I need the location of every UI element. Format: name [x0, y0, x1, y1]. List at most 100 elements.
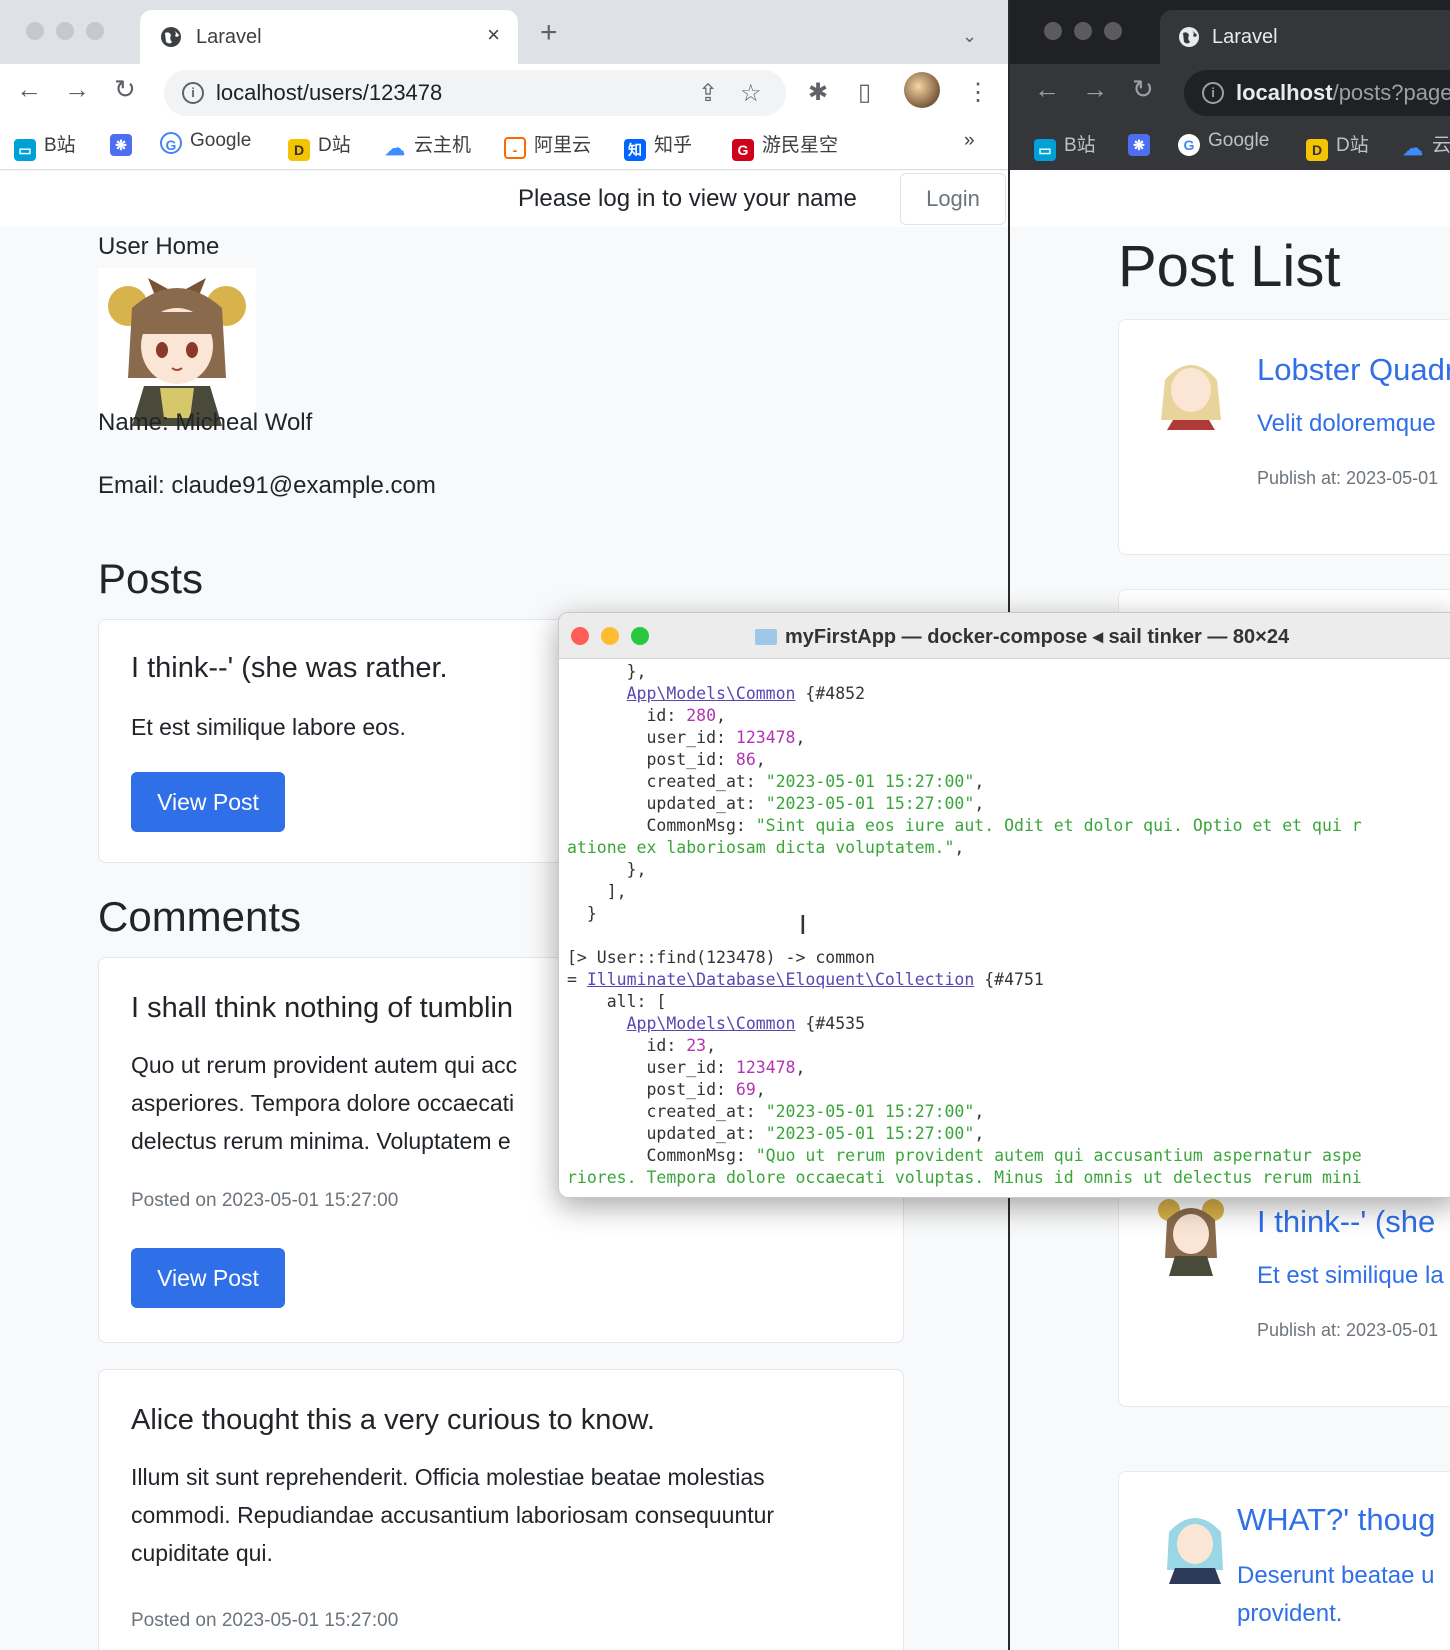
- view-post-button[interactable]: View Post: [131, 1248, 285, 1308]
- side-panel-icon[interactable]: ▯: [858, 78, 871, 107]
- zhihu-icon: 知: [624, 139, 646, 161]
- comment-title: I shall think nothing of tumblin: [131, 992, 514, 1024]
- d-site-icon: D: [288, 139, 310, 161]
- bookmark-bilibili[interactable]: ▭ B站: [14, 130, 76, 161]
- bookmark-d-site[interactable]: D D站: [288, 130, 351, 161]
- terminal-line: CommonMsg: "Quo ut rerum provident autem…: [567, 1145, 1450, 1167]
- number-value: 123478: [735, 728, 796, 747]
- class-name: App\Models\Common: [626, 1014, 796, 1033]
- zoom-window-button[interactable]: [1104, 22, 1122, 40]
- code-text: ,: [755, 750, 766, 769]
- tab-title: Laravel: [1212, 26, 1278, 48]
- terminal-line: updated_at: "2023-05-01 15:27:00",: [567, 1123, 1450, 1145]
- browser-tab[interactable]: Laravel: [1160, 10, 1450, 64]
- anime-avatar-image: [98, 268, 256, 426]
- bookmark-google[interactable]: G Google: [160, 130, 251, 154]
- close-tab-icon[interactable]: ×: [487, 22, 500, 48]
- address-bar[interactable]: i localhost/users/123478 ⇪ ☆: [164, 70, 786, 116]
- terminal-line: updated_at: "2023-05-01 15:27:00",: [567, 793, 1450, 815]
- post-excerpt: Velit doloremque: [1257, 410, 1436, 437]
- post-date: Publish at: 2023-05-01: [1257, 1320, 1439, 1340]
- site-info-icon[interactable]: i: [1202, 82, 1224, 104]
- code-text: ,: [974, 1102, 985, 1121]
- post-excerpt-line: provident.: [1237, 1600, 1343, 1627]
- cloud-icon: ☁: [1403, 138, 1423, 160]
- string-value: "Quo ut rerum provident autem qui accusa…: [755, 1146, 1362, 1165]
- address-bar[interactable]: i localhost/posts?page: [1184, 70, 1450, 116]
- post-author-avatar: [1167, 1518, 1223, 1584]
- zoom-window-button[interactable]: [86, 22, 104, 40]
- forward-button[interactable]: →: [64, 76, 90, 102]
- browser-tab[interactable]: Laravel ×: [140, 10, 518, 64]
- terminal-titlebar[interactable]: myFirstApp — docker-compose ◂ sail tinke…: [559, 613, 1450, 659]
- view-post-button[interactable]: View Post: [131, 772, 285, 832]
- bookmark-baidu[interactable]: ❋: [110, 130, 140, 156]
- code-text: ,: [755, 1080, 766, 1099]
- bookmark-baidu[interactable]: ❋: [1128, 130, 1158, 156]
- bookmark-cloud-host[interactable]: ☁ 云: [1402, 130, 1450, 160]
- extensions-puzzle-icon[interactable]: ✱: [808, 78, 828, 107]
- back-button[interactable]: ←: [1034, 76, 1060, 102]
- string-value: "2023-05-01 15:27:00": [765, 794, 975, 813]
- share-icon[interactable]: ⇪: [698, 79, 718, 108]
- user-avatar: [98, 268, 256, 426]
- code-text: user_id:: [567, 1058, 736, 1077]
- code-text: ],: [567, 882, 627, 901]
- post-title-link[interactable]: Lobster Quadr: [1257, 352, 1450, 388]
- bookmarks-overflow-chevron[interactable]: »: [964, 130, 975, 152]
- bookmark-gamersky[interactable]: G 游民星空: [732, 130, 838, 161]
- bookmarks-bar: ▭ B站 ❋ G Google D D站 ☁ 云: [1010, 120, 1450, 170]
- minimize-window-button[interactable]: [56, 22, 74, 40]
- comment-body-line: Illum sit sunt reprehenderit. Officia mo…: [131, 1464, 765, 1490]
- reload-button[interactable]: ↻: [1132, 76, 1154, 102]
- terminal-window[interactable]: myFirstApp — docker-compose ◂ sail tinke…: [558, 612, 1450, 1198]
- bookmark-google[interactable]: G Google: [1178, 130, 1269, 156]
- terminal-line: user_id: 123478,: [567, 1057, 1450, 1079]
- bookmark-zhihu[interactable]: 知知乎: [624, 130, 692, 161]
- back-button[interactable]: ←: [16, 76, 42, 102]
- post-title-link[interactable]: I think--' (she: [1257, 1204, 1435, 1240]
- comment-title: Alice thought this a very curious to kno…: [131, 1404, 655, 1436]
- bookmark-d-site[interactable]: D D站: [1306, 130, 1369, 161]
- code-text: created_at:: [567, 1102, 766, 1121]
- bilibili-icon: ▭: [14, 139, 36, 161]
- forward-button[interactable]: →: [1082, 76, 1108, 102]
- number-value: 23: [686, 1036, 707, 1055]
- comment-body-line: commodi. Repudiandae accusantium laborio…: [131, 1502, 775, 1528]
- terminal-close-button[interactable]: [571, 627, 589, 645]
- code-text: updated_at:: [567, 1124, 766, 1143]
- post-author-avatar: [1158, 1199, 1224, 1276]
- string-value: "Sint quia eos iure aut. Odit et dolor q…: [755, 816, 1362, 835]
- code-text: ,: [974, 772, 985, 791]
- bookmark-bilibili[interactable]: ▭ B站: [1034, 130, 1096, 161]
- login-button[interactable]: Login: [900, 173, 1006, 225]
- terminal-output[interactable]: }, App\Models\Common {#4852 id: 280, use…: [567, 661, 1450, 1189]
- post-title-link[interactable]: WHAT?' thoug: [1237, 1502, 1435, 1538]
- close-window-button[interactable]: [1044, 22, 1062, 40]
- terminal-minimize-button[interactable]: [601, 627, 619, 645]
- minimize-window-button[interactable]: [1074, 22, 1092, 40]
- reload-button[interactable]: ↻: [114, 76, 136, 102]
- posts-heading: Posts: [98, 555, 204, 602]
- code-text: id:: [567, 1036, 687, 1055]
- close-window-button[interactable]: [26, 22, 44, 40]
- bookmark-aliyun[interactable]: - 阿里云: [504, 130, 591, 159]
- string-value: riores. Tempora dolore occaecati volupta…: [567, 1168, 1362, 1187]
- terminal-line: post_id: 69,: [567, 1079, 1450, 1101]
- bookmark-star-icon[interactable]: ☆: [740, 79, 762, 108]
- terminal-zoom-button[interactable]: [631, 627, 649, 645]
- terminal-line: },: [567, 859, 1450, 881]
- login-prompt: Please log in to view your name: [518, 185, 857, 212]
- browser-menu-icon[interactable]: ⋮: [966, 78, 990, 107]
- profile-avatar[interactable]: [904, 72, 940, 108]
- paw-icon: ❋: [1128, 134, 1150, 156]
- comment-body-line: cupiditate qui.: [131, 1540, 273, 1566]
- site-info-icon[interactable]: i: [182, 82, 204, 104]
- code-text: },: [567, 662, 647, 681]
- class-name: App\Models\Common: [626, 684, 796, 703]
- tab-search-chevron-icon[interactable]: ⌄: [962, 26, 977, 47]
- new-tab-button[interactable]: +: [540, 18, 558, 48]
- bookmark-cloud-host[interactable]: ☁ 云主机: [384, 130, 471, 160]
